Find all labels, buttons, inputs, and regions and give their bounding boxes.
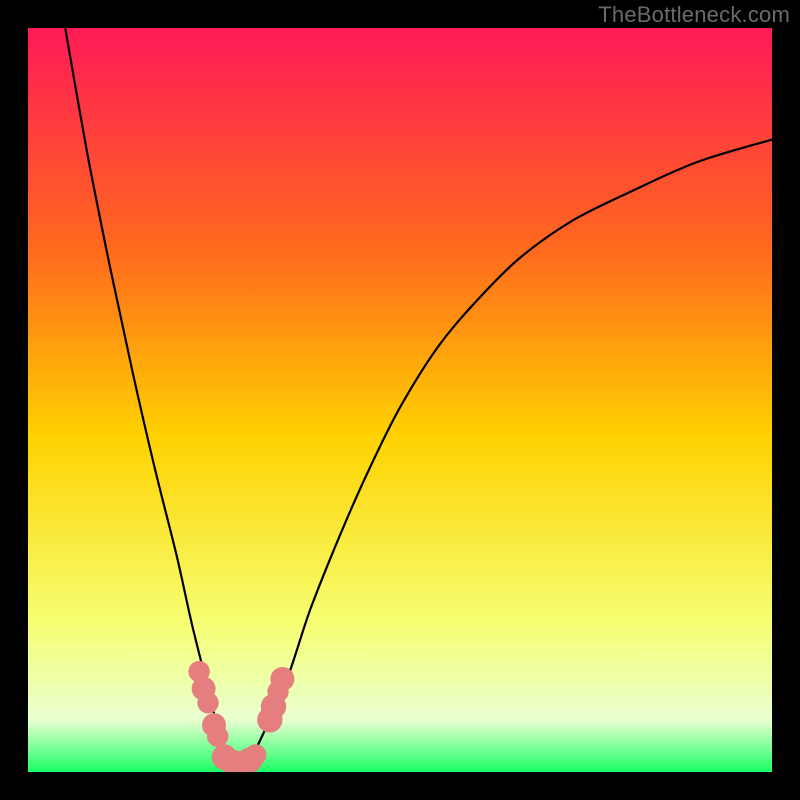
curve-marker (197, 692, 218, 713)
chart-svg (28, 28, 772, 772)
watermark-text: TheBottleneck.com (598, 2, 790, 28)
chart-plot-area (28, 28, 772, 772)
curve-marker (245, 744, 266, 765)
curve-marker (207, 726, 228, 747)
chart-frame: TheBottleneck.com (0, 0, 800, 800)
curve-marker (270, 667, 294, 691)
